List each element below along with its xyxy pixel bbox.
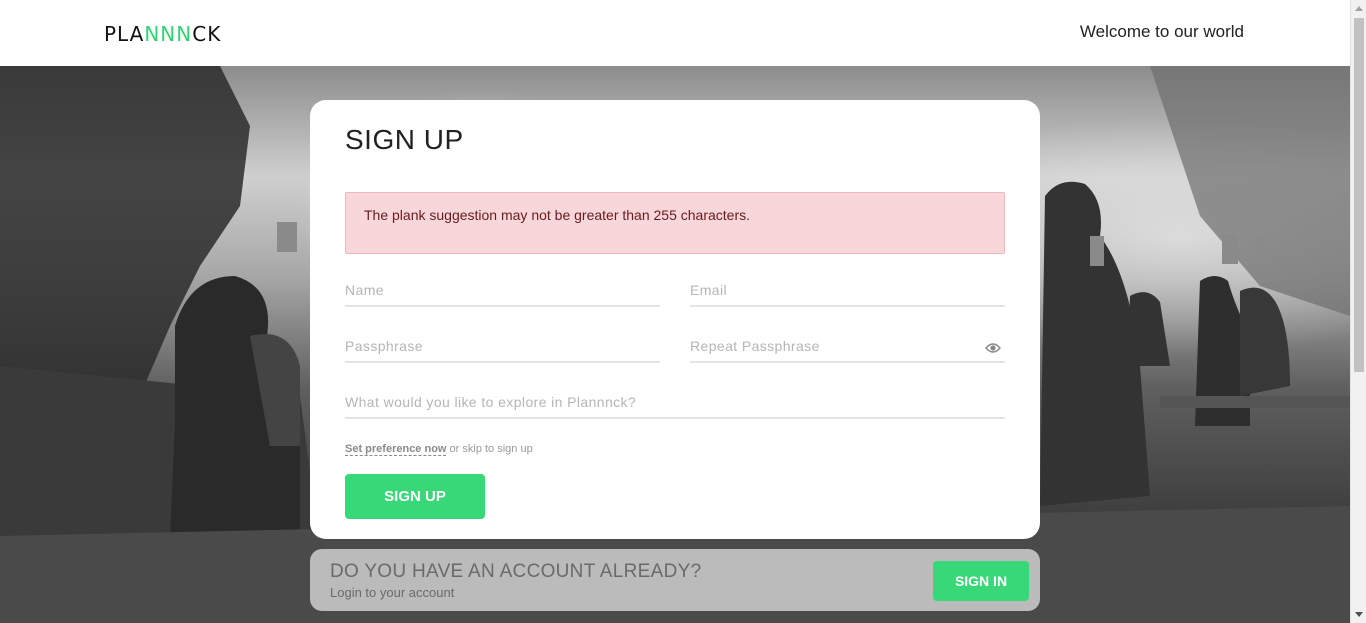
- passphrase-field: [345, 331, 660, 363]
- passphrase-input[interactable]: [345, 331, 660, 361]
- account-question: DO YOU HAVE AN ACCOUNT ALREADY?: [330, 561, 702, 582]
- signup-card: SIGN UP The plank suggestion may not be …: [310, 100, 1040, 539]
- scrollbar-thumb[interactable]: [1354, 18, 1364, 372]
- explore-input[interactable]: [345, 387, 1005, 417]
- signup-title: SIGN UP: [345, 124, 464, 155]
- set-preference-link[interactable]: Set preference now: [345, 443, 447, 456]
- scroll-down-arrow-icon[interactable]: [1355, 612, 1363, 617]
- email-field: [690, 275, 1005, 307]
- explore-field: [345, 387, 1005, 419]
- account-subtitle: Login to your account: [330, 585, 455, 600]
- welcome-text: Welcome to our world: [1079, 22, 1244, 41]
- signup-button[interactable]: SIGN UP: [345, 474, 485, 519]
- validation-error-alert: The plank suggestion may not be greater …: [345, 192, 1005, 254]
- repeat-passphrase-field: [690, 331, 1005, 363]
- preference-line: Set preference now or skip to sign up: [345, 443, 533, 456]
- logo-text-a: PLA: [104, 22, 145, 46]
- preference-suffix-text: or skip to sign up: [446, 443, 533, 455]
- top-header: PLA NNN CK Welcome to our world: [0, 0, 1350, 66]
- plannnck-logo[interactable]: PLA NNN CK: [104, 22, 221, 46]
- repeat-passphrase-input[interactable]: [690, 331, 1005, 361]
- name-input[interactable]: [345, 275, 660, 305]
- logo-text-c: CK: [192, 22, 222, 46]
- scroll-up-arrow-icon[interactable]: [1355, 6, 1363, 11]
- existing-account-bar: DO YOU HAVE AN ACCOUNT ALREADY? Login to…: [310, 549, 1040, 611]
- signin-button[interactable]: SIGN IN: [933, 561, 1029, 601]
- eye-icon[interactable]: [985, 341, 1001, 355]
- email-input[interactable]: [690, 275, 1005, 305]
- logo-text-b: NNN: [144, 22, 193, 46]
- page-scrollbar[interactable]: [1350, 0, 1366, 623]
- name-field: [345, 275, 660, 307]
